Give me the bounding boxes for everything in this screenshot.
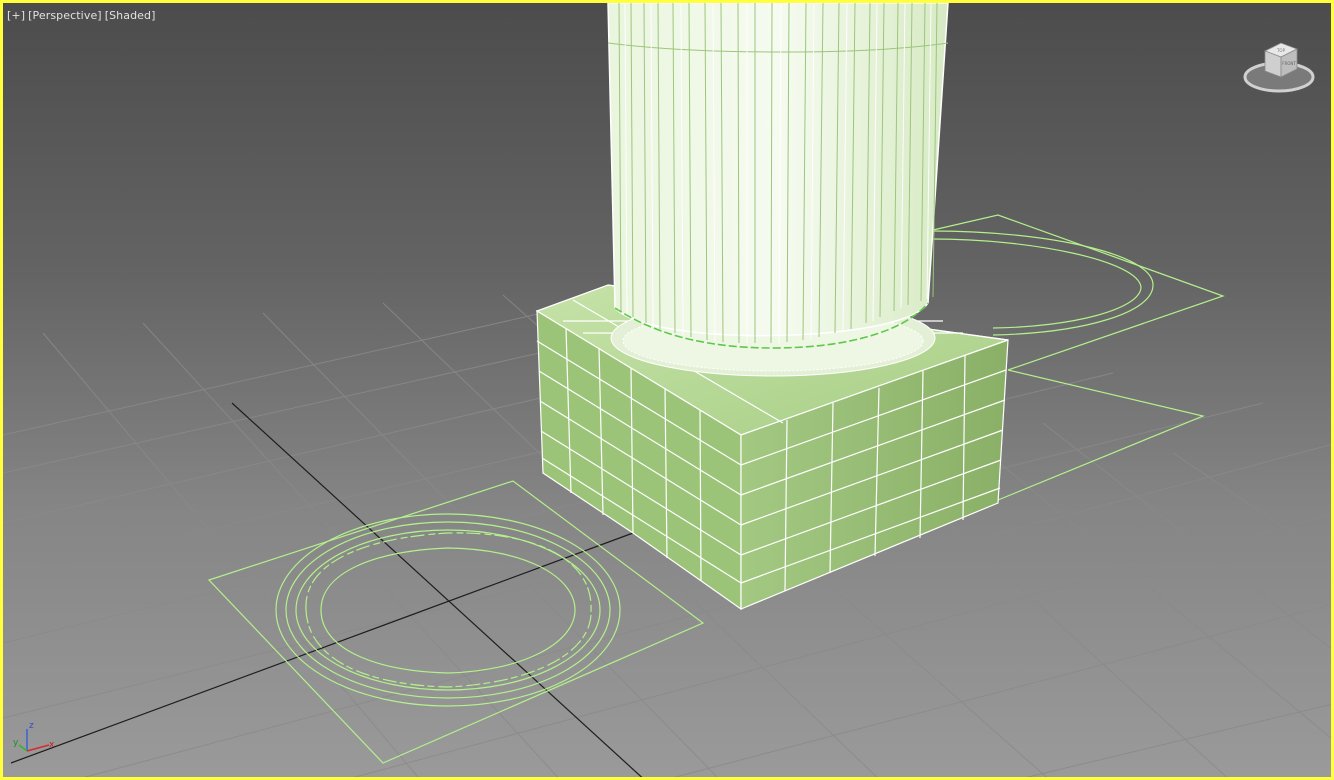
- viewport-label-menu[interactable]: [+] [Perspective] [Shaded]: [7, 9, 159, 22]
- viewport-point-of-view-menu[interactable]: [Perspective]: [28, 9, 102, 22]
- axis-y-label: y: [13, 738, 19, 748]
- viewcube-front-label: FRONT: [1282, 61, 1296, 66]
- axis-x-label: x: [49, 740, 55, 750]
- viewcube-top-label: TOP: [1276, 48, 1286, 53]
- viewcube-icon[interactable]: TOP FRONT: [1241, 37, 1317, 99]
- viewport-general-menu[interactable]: [+]: [7, 9, 25, 22]
- axis-tripod-icon: z y x: [13, 721, 55, 752]
- scene-canvas[interactable]: [3, 3, 1334, 780]
- viewport-shading-menu[interactable]: [Shaded]: [105, 9, 156, 22]
- fluted-column-shaft: [607, 3, 949, 349]
- perspective-viewport[interactable]: [+] [Perspective] [Shaded] TOP FRONT z y x: [0, 0, 1334, 780]
- axis-z-label: z: [29, 721, 34, 731]
